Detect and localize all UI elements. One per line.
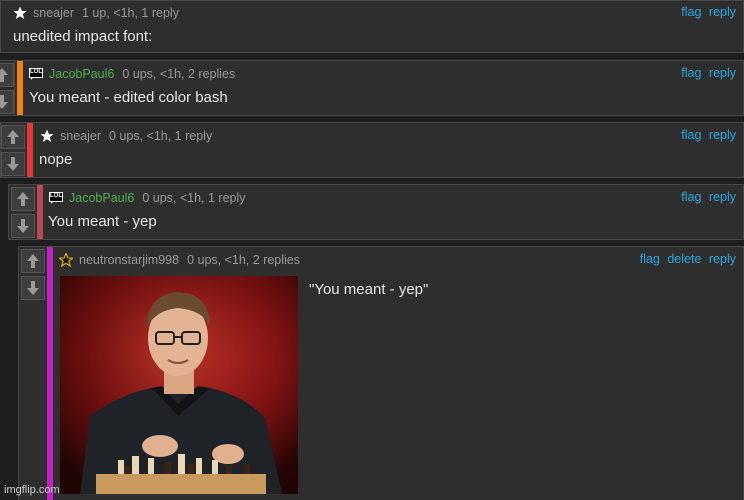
- comment-actions: flag reply: [677, 5, 736, 19]
- gold-star-icon: [57, 251, 75, 268]
- lol-badge-icon: LOL: [29, 67, 43, 81]
- comment-1: sneajer 1 up, <1h, 1 reply flag reply un…: [0, 0, 744, 53]
- reply-link[interactable]: reply: [709, 5, 736, 19]
- username-link[interactable]: JacobPaul6: [49, 67, 114, 81]
- flag-link[interactable]: flag: [681, 5, 701, 19]
- reply-link[interactable]: reply: [709, 66, 736, 80]
- downvote-button[interactable]: [0, 90, 14, 114]
- imgflip-watermark: imgflip.com: [4, 484, 60, 496]
- star-icon: [13, 6, 27, 20]
- chess-player-photo[interactable]: [60, 276, 298, 494]
- comment-text: You meant - edited color bash: [29, 89, 228, 106]
- downvote-button[interactable]: [11, 214, 35, 238]
- downvote-button[interactable]: [21, 276, 45, 300]
- comment-2: LOL JacobPaul6 0 ups, <1h, 2 replies fla…: [0, 60, 744, 116]
- comment-actions: flag reply: [677, 66, 736, 80]
- reply-link[interactable]: reply: [709, 128, 736, 142]
- comment-actions: flag reply: [677, 190, 736, 204]
- upvote-button[interactable]: [21, 249, 45, 273]
- thread-depth-bar: [37, 185, 43, 239]
- comment-meta: 0 ups, <1h, 2 replies: [187, 253, 300, 267]
- upvote-button[interactable]: [11, 187, 35, 211]
- username-link[interactable]: sneajer: [33, 6, 74, 20]
- comment-header: LOL JacobPaul6 0 ups, <1h, 2 replies: [29, 66, 235, 82]
- comment-actions: flag reply: [677, 128, 736, 142]
- comment-header: sneajer 1 up, <1h, 1 reply: [13, 5, 179, 21]
- upvote-button[interactable]: [0, 63, 14, 87]
- comment-3: sneajer 0 ups, <1h, 1 reply flag reply n…: [0, 122, 744, 178]
- comment-actions: flag delete reply: [636, 252, 736, 266]
- flag-link[interactable]: flag: [681, 66, 701, 80]
- comment-meta: 0 ups, <1h, 2 replies: [122, 67, 236, 81]
- vote-column: [0, 61, 15, 115]
- thread-depth-bar: [17, 61, 23, 115]
- comment-meta: 0 ups, <1h, 1 reply: [142, 191, 246, 205]
- upvote-button[interactable]: [1, 125, 25, 149]
- comment-header: LOL JacobPaul6 0 ups, <1h, 1 reply: [49, 190, 246, 206]
- username-link[interactable]: sneajer: [60, 129, 101, 143]
- username-link[interactable]: neutronstarjim998: [79, 253, 179, 267]
- flag-link[interactable]: flag: [640, 252, 660, 266]
- thread-depth-bar: [27, 123, 33, 177]
- delete-link[interactable]: delete: [667, 252, 701, 266]
- flag-link[interactable]: flag: [681, 128, 701, 142]
- comment-header: sneajer 0 ups, <1h, 1 reply: [40, 128, 212, 144]
- flag-link[interactable]: flag: [681, 190, 701, 204]
- lol-badge-icon: LOL: [49, 191, 63, 205]
- comment-meta: 1 up, <1h, 1 reply: [82, 6, 179, 20]
- comment-meta: 0 ups, <1h, 1 reply: [109, 129, 213, 143]
- reply-link[interactable]: reply: [709, 252, 736, 266]
- thread-depth-bar: [47, 247, 53, 500]
- comment-text: nope: [39, 151, 73, 168]
- comment-header: neutronstarjim998 0 ups, <1h, 2 replies: [57, 251, 300, 268]
- comment-text: You meant - yep: [48, 213, 157, 230]
- comment-text: "You meant - yep": [309, 281, 429, 298]
- star-icon: [40, 129, 54, 143]
- username-link[interactable]: JacobPaul6: [69, 191, 134, 205]
- downvote-button[interactable]: [1, 152, 25, 176]
- comment-4: LOL JacobPaul6 0 ups, <1h, 1 reply flag …: [8, 184, 744, 240]
- comment-text: unedited impact font:: [13, 28, 153, 45]
- reply-link[interactable]: reply: [709, 190, 736, 204]
